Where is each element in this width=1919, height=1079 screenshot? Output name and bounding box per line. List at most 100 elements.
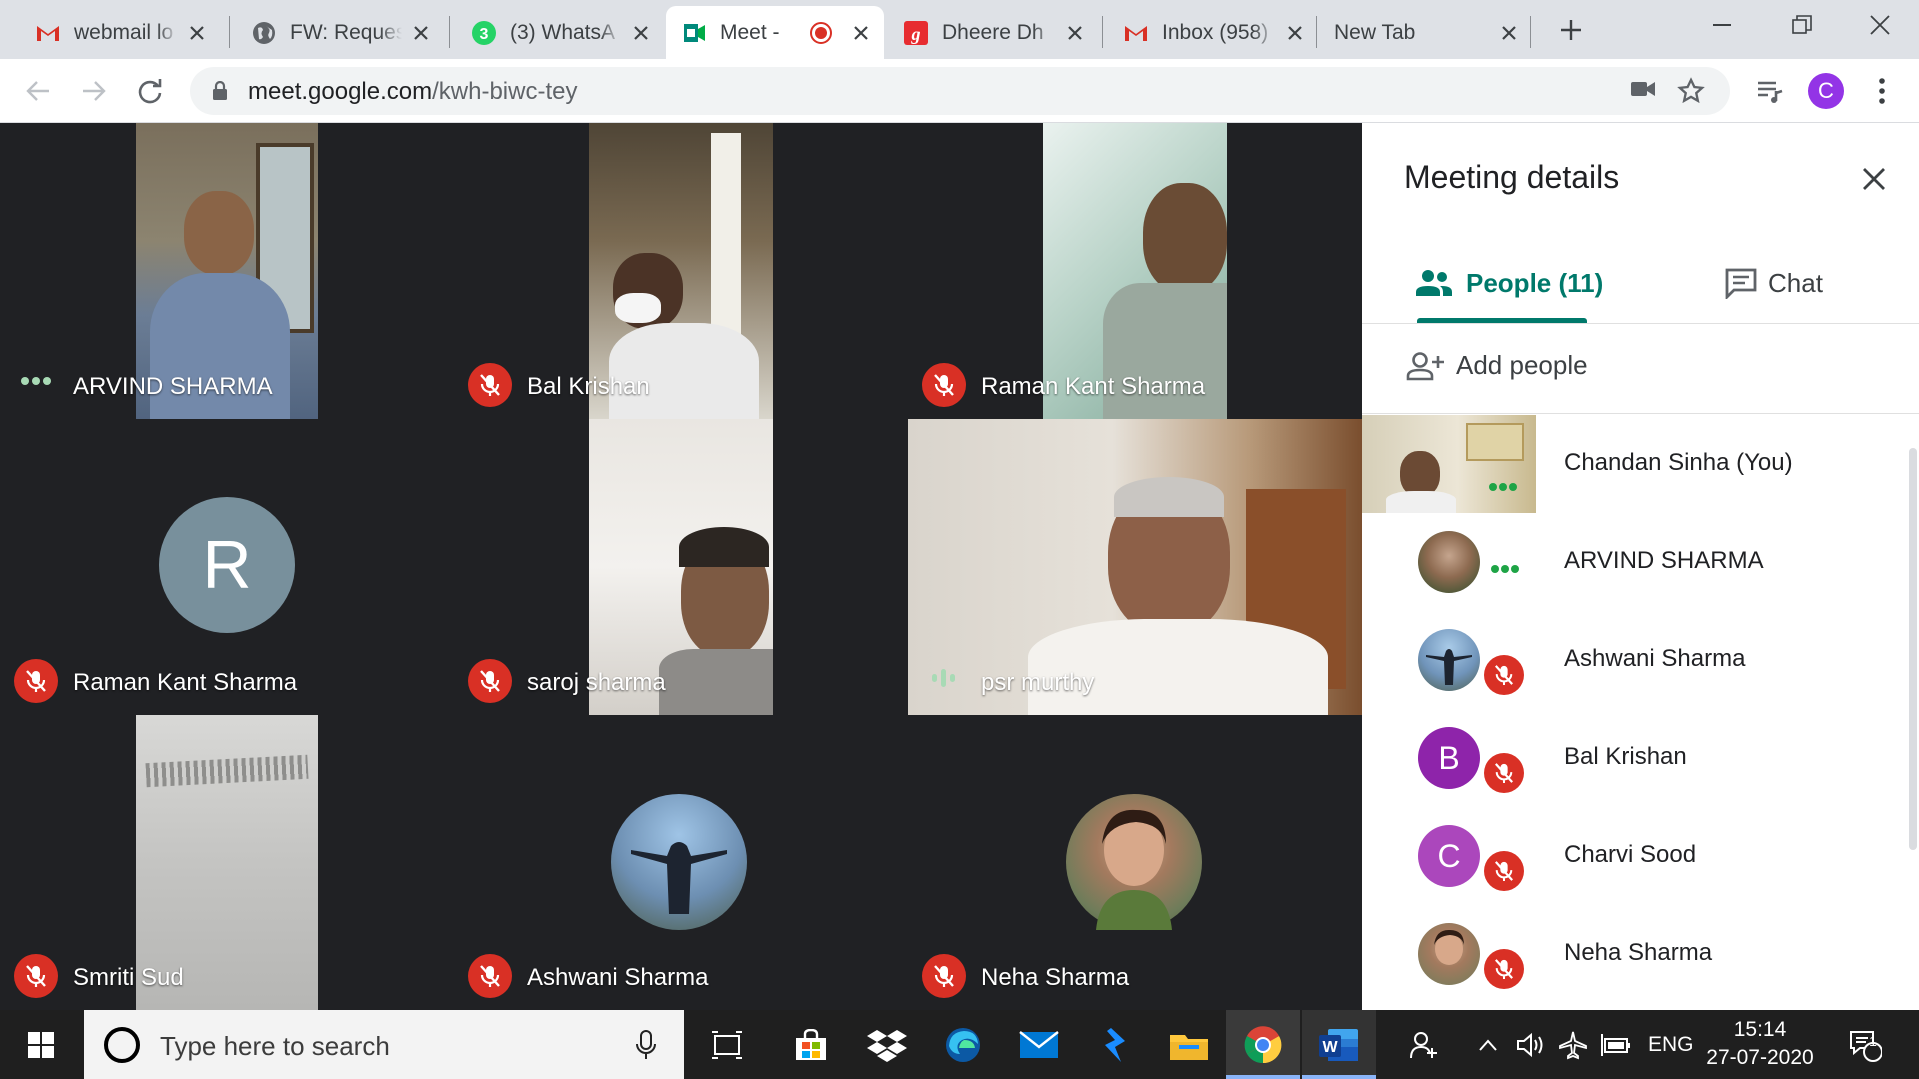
participant-name: Bal Krishan	[1564, 743, 1687, 770]
edge-icon[interactable]	[926, 1010, 1000, 1079]
address-bar[interactable]: meet.google.com/kwh-biwc-tey	[190, 67, 1730, 115]
participant-tile[interactable]: Smriti Sud	[0, 715, 454, 1010]
tab-meet[interactable]: Meet -	[666, 6, 884, 59]
tab-chat[interactable]: Chat	[1724, 261, 1823, 305]
tab-gaana[interactable]: g Dheere Dh	[888, 6, 1098, 59]
restore-button[interactable]	[1762, 0, 1842, 50]
tab-whatsapp[interactable]: 3 (3) WhatsA	[456, 6, 664, 59]
app-shortcut-icon[interactable]	[1078, 1010, 1152, 1079]
add-people-button[interactable]: Add people	[1406, 350, 1588, 381]
close-icon[interactable]	[186, 22, 208, 44]
participant-tile-active-speaker[interactable]: psr murthy	[908, 419, 1362, 715]
participant-name: Neha Sharma	[1564, 939, 1713, 966]
language-indicator[interactable]: ENG	[1648, 1010, 1694, 1079]
participant-list-item[interactable]: Neha Sharma	[1362, 905, 1919, 1003]
close-icon[interactable]	[1064, 22, 1086, 44]
close-icon[interactable]	[1284, 22, 1306, 44]
whatsapp-icon: 3	[470, 19, 498, 47]
more-options-icon[interactable]	[20, 373, 52, 391]
tab-new-tab[interactable]: New Tab	[1320, 6, 1532, 59]
forward-button[interactable]	[74, 71, 114, 111]
gmail-icon	[34, 19, 62, 47]
panel-title: Meeting details	[1404, 159, 1620, 195]
participant-tile[interactable]: Neha Sharma	[908, 715, 1362, 1010]
more-options-icon[interactable]	[1490, 561, 1520, 579]
participant-tile[interactable]: ARVIND SHARMA	[0, 123, 454, 419]
profile-avatar[interactable]: C	[1808, 73, 1844, 109]
tab-fw-request[interactable]: FW: Reques	[236, 6, 444, 59]
participant-name: ARVIND SHARMA	[1564, 547, 1764, 574]
volume-icon[interactable]	[1516, 1010, 1544, 1079]
participant-name: Bal Krishan	[527, 373, 650, 400]
close-window-button[interactable]	[1840, 0, 1919, 50]
muted-mic-icon	[468, 363, 512, 407]
participant-list-item[interactable]: Chandan Sinha (You)	[1362, 415, 1919, 513]
media-controls-icon[interactable]	[1752, 73, 1788, 109]
participant-tile[interactable]: Bal Krishan	[454, 123, 908, 419]
participant-name: Ashwani Sharma	[527, 964, 709, 991]
scrollbar[interactable]	[1909, 448, 1917, 850]
close-icon[interactable]	[850, 22, 872, 44]
muted-mic-icon	[468, 954, 512, 998]
tab-webmail[interactable]: webmail lo	[20, 6, 220, 59]
notification-count: 1	[1869, 1033, 1877, 1049]
new-tab-button[interactable]	[1553, 12, 1589, 48]
muted-mic-icon	[1484, 851, 1524, 891]
recording-icon	[810, 21, 832, 44]
participant-tile[interactable]: Ashwani Sharma	[454, 715, 908, 1010]
muted-mic-icon	[922, 363, 966, 407]
microphone-icon[interactable]	[636, 1030, 656, 1065]
participant-list-item[interactable]: B Bal Krishan	[1362, 709, 1919, 807]
back-button[interactable]	[18, 71, 58, 111]
people-icon[interactable]	[1410, 1010, 1440, 1079]
camera-icon[interactable]	[1630, 79, 1656, 103]
task-view-icon[interactable]	[690, 1010, 764, 1079]
participant-name: Raman Kant Sharma	[981, 373, 1206, 400]
participant-tile[interactable]: Raman Kant Sharma	[908, 123, 1362, 419]
participant-list-item[interactable]: ARVIND SHARMA	[1362, 513, 1919, 611]
muted-mic-icon	[1484, 949, 1524, 989]
muted-mic-icon	[922, 954, 966, 998]
menu-icon[interactable]	[1864, 73, 1900, 109]
reload-button[interactable]	[130, 71, 170, 111]
tab-people[interactable]: People (11)	[1414, 261, 1603, 305]
participant-list-item[interactable]: Ashwani Sharma	[1362, 611, 1919, 709]
participant-name: Ashwani Sharma	[1564, 645, 1746, 672]
taskbar-search-box[interactable]: Type here to search	[84, 1010, 684, 1079]
mail-icon[interactable]	[1002, 1010, 1076, 1079]
participant-tile[interactable]: saroj sharma	[454, 419, 908, 715]
chrome-icon[interactable]	[1226, 1010, 1300, 1079]
close-icon[interactable]	[410, 22, 432, 44]
svg-text:g: g	[911, 24, 921, 44]
microsoft-store-icon[interactable]	[774, 1010, 848, 1079]
close-icon[interactable]	[630, 22, 652, 44]
chevron-up-icon[interactable]	[1478, 1010, 1498, 1079]
dropbox-icon[interactable]	[850, 1010, 924, 1079]
participant-name: Raman Kant Sharma	[73, 669, 298, 696]
gaana-icon: g	[902, 19, 930, 47]
participant-name: psr murthy	[981, 669, 1095, 696]
tab-title: New Tab	[1334, 20, 1416, 44]
close-icon[interactable]	[1854, 159, 1894, 199]
airplane-mode-icon[interactable]	[1558, 1010, 1588, 1079]
star-icon[interactable]	[1677, 77, 1705, 104]
battery-icon[interactable]	[1600, 1010, 1632, 1079]
participant-name: Smriti Sud	[73, 964, 184, 991]
tab-inbox[interactable]: Inbox (958)	[1108, 6, 1318, 59]
close-icon[interactable]	[1498, 22, 1520, 44]
word-icon[interactable]: W	[1302, 1010, 1376, 1079]
notification-center-icon[interactable]: 1	[1848, 1010, 1882, 1079]
start-button[interactable]	[0, 1010, 82, 1079]
file-explorer-icon[interactable]	[1152, 1010, 1226, 1079]
participant-list-item[interactable]: C Charvi Sood	[1362, 807, 1919, 905]
svg-text:W: W	[1322, 1039, 1338, 1056]
meet-video-grid: ARVIND SHARMA Bal Krishan Raman Kant Sha…	[0, 123, 1362, 1010]
participant-tile[interactable]: R Raman Kant Sharma	[0, 419, 454, 715]
video-feed	[908, 419, 1362, 715]
muted-mic-icon	[1484, 753, 1524, 793]
tab-title: FW: Reques	[290, 20, 402, 44]
more-options-icon[interactable]	[1488, 479, 1518, 497]
lock-icon[interactable]	[212, 80, 228, 106]
clock[interactable]: 15:14 27-07-2020	[1700, 1016, 1820, 1072]
minimize-button[interactable]	[1682, 0, 1762, 50]
